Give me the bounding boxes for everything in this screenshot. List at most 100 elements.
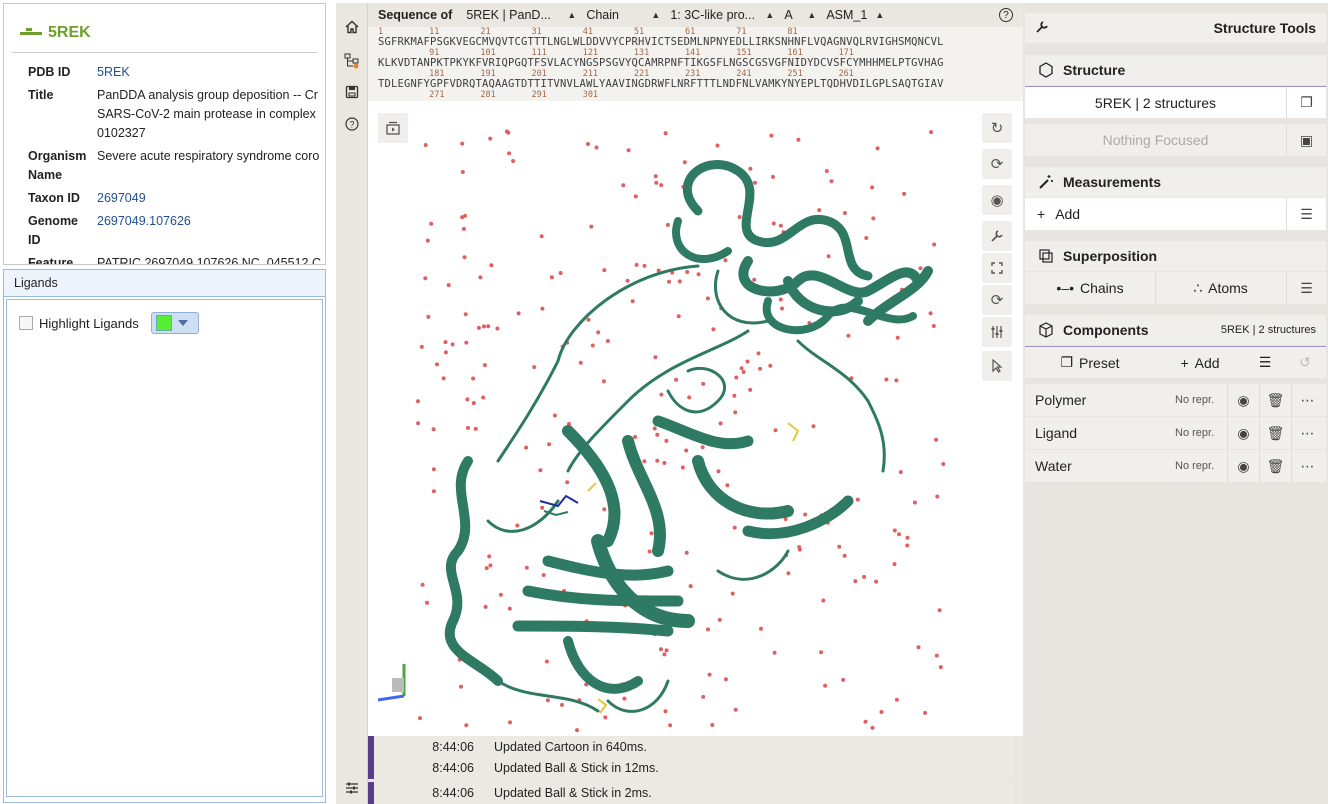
wrench-icon bbox=[1035, 20, 1049, 37]
water-atom bbox=[463, 312, 468, 317]
water-atom bbox=[756, 351, 761, 356]
water-atom bbox=[507, 151, 512, 156]
water-atom bbox=[450, 342, 455, 347]
component-row-ligand[interactable]: Ligand No repr. ◉ 🗑︎ ⋯ bbox=[1025, 417, 1326, 449]
water-atom bbox=[552, 413, 557, 418]
sequence-view[interactable]: 1 11 21 31 41 51 61 71 81 SGFRKMAFPSGKVE… bbox=[368, 27, 1023, 101]
water-atom bbox=[923, 710, 928, 715]
water-atom bbox=[667, 279, 671, 284]
eye-icon[interactable]: ◉ bbox=[1227, 384, 1259, 416]
3d-viewport[interactable]: ↻ ⟳ ◉ ⟳ bbox=[368, 101, 1023, 736]
water-atom bbox=[862, 574, 867, 579]
chevron-updown-icon: ▲︎ bbox=[567, 10, 577, 20]
water-atom bbox=[752, 277, 757, 282]
entity-select[interactable]: 1: 3C-like pro... ▲︎ bbox=[670, 8, 774, 22]
sequence-line[interactable]: KLKVDTANPKTPKYKFVRIQPGQTFSVLACYNGSPSGVYQ… bbox=[378, 57, 1023, 69]
pointer-icon[interactable] bbox=[982, 351, 1012, 381]
water-atom bbox=[705, 296, 710, 301]
water-atom bbox=[441, 376, 446, 381]
water-atom bbox=[425, 600, 429, 605]
save-icon[interactable] bbox=[340, 80, 364, 104]
trash-icon[interactable]: 🗑︎ bbox=[1259, 384, 1291, 416]
rotate-icon[interactable]: ⟳ bbox=[982, 285, 1012, 315]
water-atom bbox=[748, 166, 753, 171]
entry-fields-table: PDB ID 5REK Title PanDDA analysis group … bbox=[24, 61, 325, 264]
water-atom bbox=[481, 395, 486, 400]
water-atom bbox=[654, 180, 659, 185]
water-atom bbox=[875, 146, 880, 151]
spin-icon[interactable]: ⟳ bbox=[982, 149, 1012, 179]
water-atom bbox=[898, 470, 903, 475]
water-atom bbox=[864, 236, 869, 240]
components-add-button[interactable]: + Add bbox=[1155, 355, 1245, 371]
components-options-icon[interactable]: ☰ bbox=[1245, 354, 1285, 371]
focus-selector[interactable]: Nothing Focused ▣ bbox=[1025, 124, 1326, 156]
measurements-add-row[interactable]: + Add ☰ bbox=[1025, 198, 1326, 230]
snapshot-icon[interactable]: ◉ bbox=[982, 185, 1012, 215]
water-atom bbox=[837, 544, 842, 549]
preset-button[interactable]: ❐ Preset bbox=[1025, 354, 1155, 371]
molecule-render[interactable] bbox=[368, 101, 1023, 736]
components-section-header[interactable]: Components 5REK | 2 structures bbox=[1025, 315, 1326, 345]
structure-section-header[interactable]: Structure bbox=[1025, 55, 1326, 85]
log-panel: 8:44:06 Updated Cartoon in 640ms. 8:44:0… bbox=[368, 736, 1023, 804]
genome-id-link[interactable]: 2697049.107626 bbox=[97, 214, 191, 228]
more-icon[interactable]: ⋯ bbox=[1291, 417, 1323, 449]
water-atom bbox=[853, 579, 858, 584]
log-time: 8:44:06 bbox=[432, 740, 474, 754]
help-icon[interactable]: ? bbox=[340, 112, 364, 136]
water-atom bbox=[905, 535, 910, 540]
component-row-polymer[interactable]: Polymer No repr. ◉ 🗑︎ ⋯ bbox=[1025, 384, 1326, 416]
chevron-updown-icon: ▲︎ bbox=[651, 10, 661, 20]
component-row-water[interactable]: Water No repr. ◉ 🗑︎ ⋯ bbox=[1025, 450, 1326, 482]
magic-wand-icon bbox=[1035, 174, 1057, 190]
more-icon[interactable]: ⋯ bbox=[1291, 384, 1323, 416]
chain-select[interactable]: A ▲︎ bbox=[784, 8, 816, 22]
ligands-panel-body: Highlight Ligands bbox=[6, 299, 323, 797]
assembly-select[interactable]: ASM_1 ▲︎ bbox=[826, 8, 884, 22]
svg-text:?: ? bbox=[349, 120, 354, 130]
water-atom bbox=[741, 370, 746, 374]
copy-icon[interactable]: ❐ bbox=[1286, 87, 1326, 118]
trash-icon[interactable]: 🗑︎ bbox=[1259, 417, 1291, 449]
eye-icon[interactable]: ◉ bbox=[1227, 450, 1259, 482]
highlight-ligands-option[interactable]: Highlight Ligands bbox=[19, 312, 310, 334]
water-atom bbox=[659, 183, 664, 188]
reset-camera-icon[interactable]: ↻ bbox=[982, 113, 1012, 143]
trash-icon[interactable]: 🗑︎ bbox=[1259, 450, 1291, 482]
sliders-icon[interactable] bbox=[340, 776, 364, 800]
measurements-options-icon[interactable]: ☰ bbox=[1286, 198, 1326, 230]
structure-selector[interactable]: 5REK | 2 structures ❐ bbox=[1025, 86, 1326, 118]
wrench-icon[interactable] bbox=[982, 221, 1012, 251]
sequence-help-icon[interactable]: ? bbox=[999, 8, 1013, 22]
water-atom bbox=[710, 723, 715, 727]
water-atom bbox=[929, 130, 933, 135]
eye-icon[interactable]: ◉ bbox=[1227, 417, 1259, 449]
sequence-line[interactable]: SGFRKMAFPSGKVEGCMVQVTCGTTTLNGLWLDDVVYCPR… bbox=[378, 36, 1023, 48]
water-atom bbox=[626, 148, 631, 153]
atoms-button[interactable]: ∴ Atoms bbox=[1155, 272, 1285, 304]
pdb-id-link[interactable]: 5REK bbox=[97, 65, 130, 79]
water-atom bbox=[665, 222, 670, 227]
measurements-section-header[interactable]: Measurements bbox=[1025, 167, 1326, 197]
history-icon[interactable]: ↺ bbox=[1285, 354, 1325, 371]
sequence-line[interactable]: TDLEGNFYGPFVDRQTAQAAGTDTTITVNVLAWLYAAVIN… bbox=[378, 78, 1023, 90]
focus-icon[interactable]: ▣ bbox=[1286, 124, 1326, 156]
animation-toggle-icon[interactable] bbox=[378, 113, 408, 143]
fullscreen-icon[interactable] bbox=[982, 253, 1012, 283]
settings-sliders-icon[interactable] bbox=[982, 317, 1012, 347]
mode-select[interactable]: Chain ▲︎ bbox=[586, 8, 660, 22]
superposition-options-icon[interactable]: ☰ bbox=[1286, 272, 1326, 304]
entry-info-panel: 5REK PDB ID 5REK Title PanDDA analysis g… bbox=[3, 3, 326, 265]
ligand-color-picker[interactable] bbox=[150, 312, 199, 334]
superposition-section-header[interactable]: Superposition bbox=[1025, 241, 1326, 271]
highlight-ligands-checkbox[interactable] bbox=[19, 316, 33, 330]
sequence-numbers: 181 191 201 211 221 231 241 251 261 bbox=[378, 69, 854, 79]
genome-logo-icon bbox=[20, 28, 42, 38]
tree-icon[interactable] bbox=[340, 49, 364, 73]
entry-select[interactable]: 5REK | PanD... ▲︎ bbox=[466, 8, 576, 22]
chains-button[interactable]: •–• Chains bbox=[1025, 280, 1155, 296]
taxon-id-link[interactable]: 2697049 bbox=[97, 191, 146, 205]
home-icon[interactable] bbox=[340, 15, 364, 39]
more-icon[interactable]: ⋯ bbox=[1291, 450, 1323, 482]
